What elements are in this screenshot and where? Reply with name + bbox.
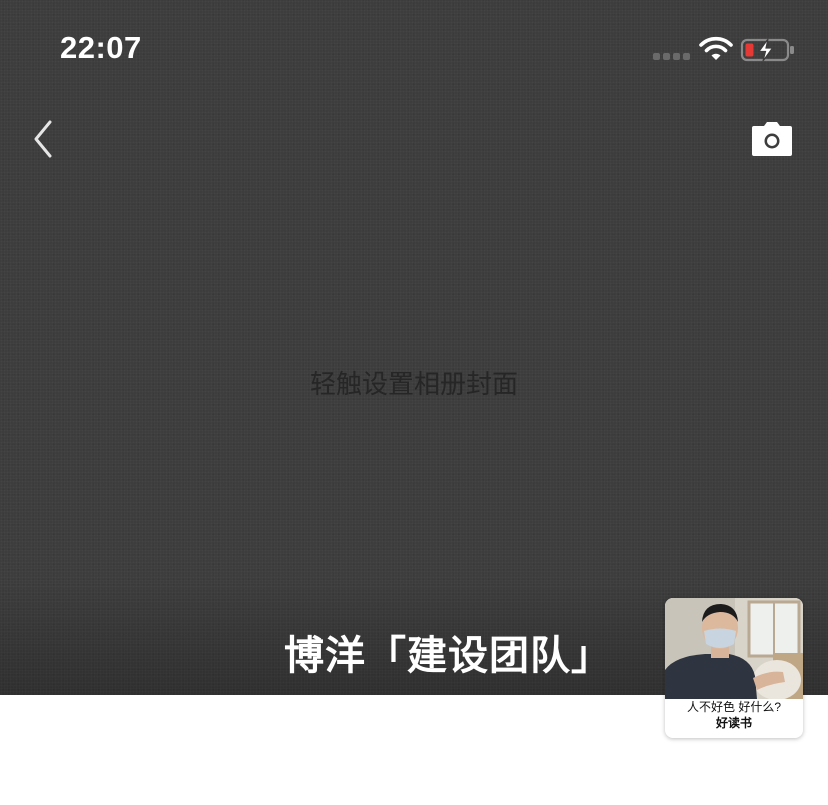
- status-bar: 22:07: [0, 0, 828, 96]
- battery-charging-icon: [740, 38, 794, 62]
- thumbnail-caption: 人不好色 好什么?: [686, 700, 781, 714]
- thumbnail-photo: [665, 598, 803, 699]
- wifi-icon: [699, 36, 733, 60]
- album-cover[interactable]: [0, 0, 828, 695]
- album-title: 博洋「建设团队」: [284, 634, 612, 678]
- set-cover-hint[interactable]: 轻触设置相册封面: [0, 364, 828, 401]
- camera-icon[interactable]: [750, 120, 794, 158]
- thumbnail-brand: 好读书: [715, 716, 752, 730]
- status-time: 22:07: [60, 30, 142, 65]
- floating-video-card[interactable]: 人不好色 好什么? 好读书: [665, 598, 803, 738]
- signal-icon: [653, 53, 690, 60]
- back-button[interactable]: [24, 116, 64, 162]
